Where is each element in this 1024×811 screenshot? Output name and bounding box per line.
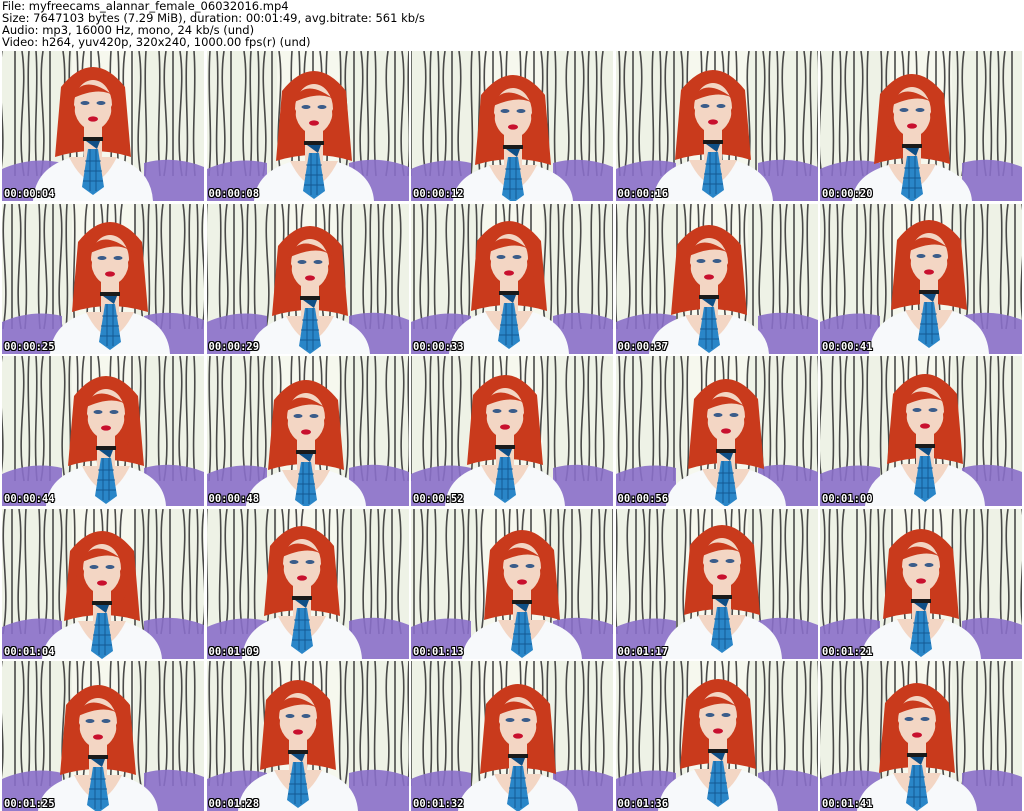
video-frame-thumbnail: 00:01:32	[411, 661, 613, 811]
thumbnail-grid: 00:00:04 00:00:08 00:00:12 00:00:16 00:0…	[2, 51, 1022, 811]
video-frame-thumbnail: 00:00:44	[2, 356, 204, 506]
frame-image	[820, 203, 1022, 354]
frame-image	[206, 51, 409, 201]
frame-image	[615, 508, 818, 659]
video-frame-thumbnail: 00:00:52	[411, 356, 613, 506]
video-frame-thumbnail: 00:00:33	[411, 203, 613, 354]
frame-timestamp: 00:01:41	[822, 798, 873, 810]
frame-timestamp: 00:00:20	[822, 188, 873, 200]
video-frame-thumbnail: 00:00:41	[820, 203, 1022, 354]
video-frame-thumbnail: 00:00:56	[615, 356, 818, 506]
frame-image	[206, 661, 409, 811]
frame-image	[2, 51, 204, 201]
frame-image	[411, 508, 613, 659]
frame-image	[2, 203, 204, 354]
frame-image	[820, 356, 1022, 506]
frame-timestamp: 00:01:36	[617, 798, 669, 810]
video-frame-thumbnail: 00:01:13	[411, 508, 613, 659]
frame-timestamp: 00:00:29	[208, 340, 260, 353]
frame-timestamp: 00:00:41	[822, 340, 873, 353]
video-frame-thumbnail: 00:00:29	[206, 203, 409, 354]
file-info-header: File: myfreecams_alannar_female_06032016…	[2, 0, 1022, 50]
frame-image	[820, 508, 1022, 659]
frame-timestamp: 00:01:04	[4, 645, 55, 658]
frame-timestamp: 00:00:37	[617, 340, 669, 353]
frame-image	[2, 356, 204, 506]
frame-image	[615, 661, 818, 811]
frame-image	[206, 203, 409, 354]
video-frame-thumbnail: 00:00:08	[206, 51, 409, 201]
video-frame-thumbnail: 00:00:25	[2, 203, 204, 354]
frame-timestamp: 00:01:25	[4, 798, 55, 810]
frame-timestamp: 00:01:09	[208, 645, 260, 658]
video-frame-thumbnail: 00:00:48	[206, 356, 409, 506]
video-frame-thumbnail: 00:00:16	[615, 51, 818, 201]
frame-image	[411, 356, 613, 506]
frame-image	[615, 51, 818, 201]
video-frame-thumbnail: 00:00:12	[411, 51, 613, 201]
frame-timestamp: 00:00:16	[617, 188, 669, 200]
frame-image	[206, 356, 409, 506]
video-frame-thumbnail: 00:01:04	[2, 508, 204, 659]
video-frame-thumbnail: 00:01:09	[206, 508, 409, 659]
frame-timestamp: 00:00:33	[413, 340, 464, 353]
frame-timestamp: 00:00:44	[4, 493, 55, 505]
video-frame-thumbnail: 00:01:28	[206, 661, 409, 811]
frame-timestamp: 00:00:12	[413, 188, 464, 200]
frame-image	[2, 661, 204, 811]
frame-timestamp: 00:01:28	[208, 798, 260, 810]
frame-timestamp: 00:00:48	[208, 493, 260, 505]
frame-image	[411, 661, 613, 811]
video-frame-thumbnail: 00:01:17	[615, 508, 818, 659]
frame-image	[411, 51, 613, 201]
frame-timestamp: 00:00:04	[4, 188, 55, 200]
frame-image	[411, 203, 613, 354]
video-frame-thumbnail: 00:01:00	[820, 356, 1022, 506]
frame-timestamp: 00:01:32	[413, 798, 464, 810]
frame-timestamp: 00:00:52	[413, 493, 464, 505]
video-frame-thumbnail: 00:01:41	[820, 661, 1022, 811]
video-frame-thumbnail: 00:00:04	[2, 51, 204, 201]
frame-timestamp: 00:01:13	[413, 645, 464, 658]
frame-image	[615, 356, 818, 506]
frame-image	[820, 661, 1022, 811]
frame-timestamp: 00:01:21	[822, 645, 873, 658]
video-frame-thumbnail: 00:01:21	[820, 508, 1022, 659]
frame-image	[615, 203, 818, 354]
video-frame-thumbnail: 00:01:25	[2, 661, 204, 811]
video-frame-thumbnail: 00:00:20	[820, 51, 1022, 201]
video-info-line: Video: h264, yuv420p, 320x240, 1000.00 f…	[2, 35, 311, 49]
frame-image	[206, 508, 409, 659]
frame-timestamp: 00:00:25	[4, 340, 55, 353]
frame-timestamp: 00:01:17	[617, 645, 669, 658]
video-frame-thumbnail: 00:01:36	[615, 661, 818, 811]
frame-timestamp: 00:01:00	[822, 493, 873, 505]
frame-timestamp: 00:00:08	[208, 188, 260, 200]
frame-timestamp: 00:00:56	[617, 493, 669, 505]
frame-image	[820, 51, 1022, 201]
video-frame-thumbnail: 00:00:37	[615, 203, 818, 354]
frame-image	[2, 508, 204, 659]
